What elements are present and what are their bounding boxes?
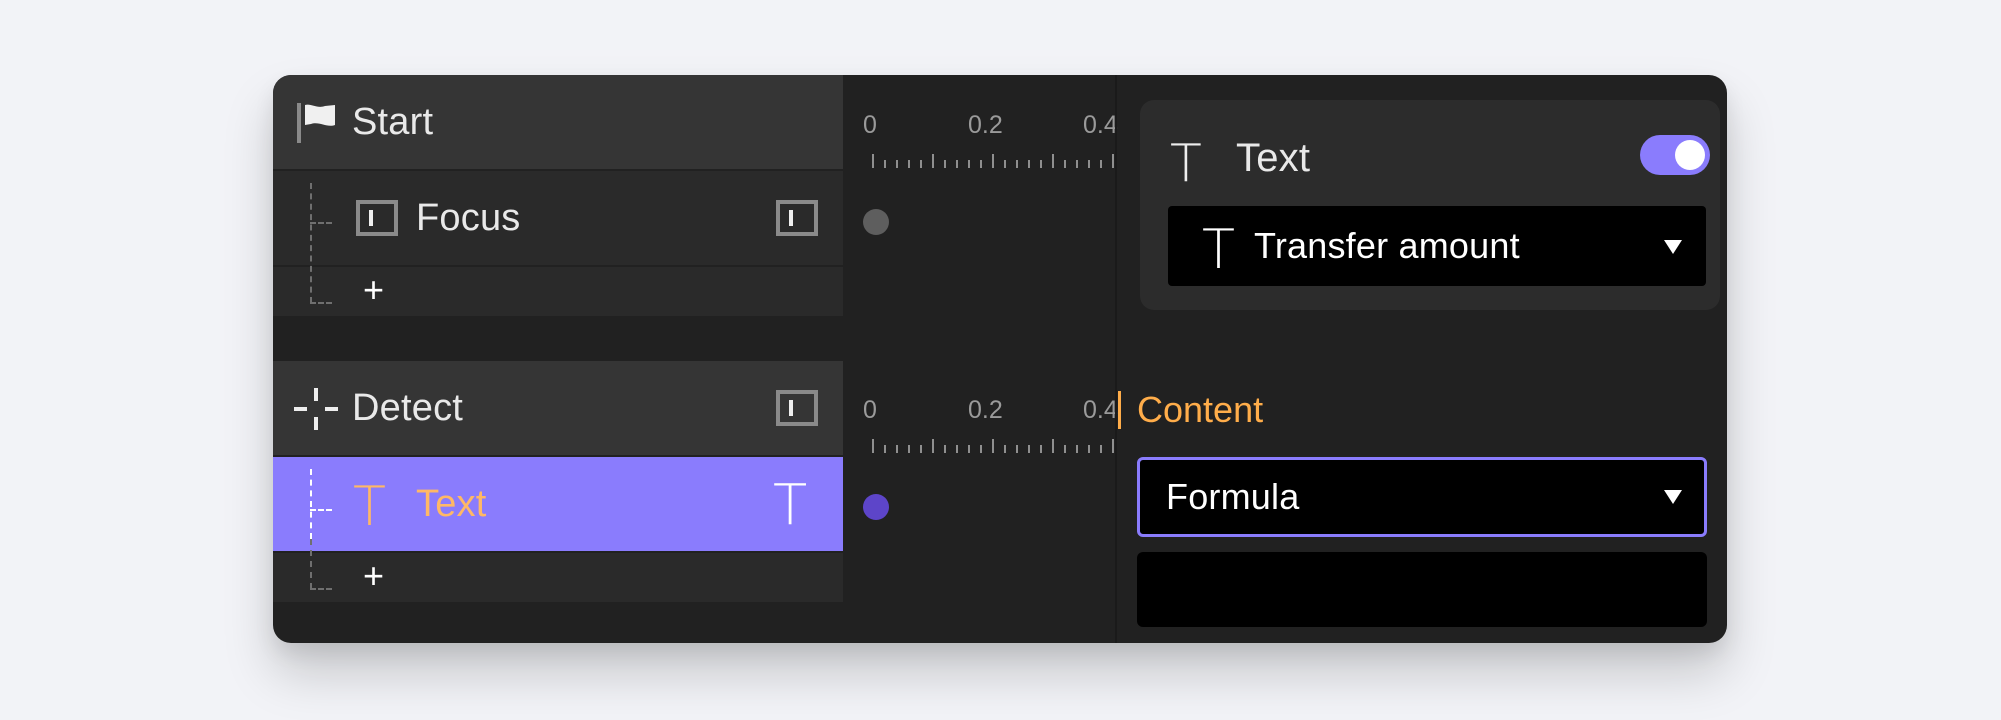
tree-line — [310, 222, 332, 224]
node-settings-card: T Text T Transfer amount — [1140, 100, 1720, 310]
group-header-start[interactable]: Start — [273, 75, 843, 169]
ruler-ticks — [872, 154, 1114, 168]
minor-tick — [920, 160, 922, 168]
minor-tick — [968, 160, 970, 168]
minor-tick — [944, 160, 946, 168]
node-title: Text — [1236, 136, 1311, 180]
content-label: Content — [1137, 389, 1264, 430]
content-mode-value: Formula — [1166, 476, 1300, 517]
minor-tick — [1076, 160, 1078, 168]
minor-tick — [884, 445, 886, 453]
text-icon: T — [773, 473, 808, 538]
minor-tick — [1016, 160, 1018, 168]
major-tick — [872, 439, 874, 453]
tick-label: 0 — [863, 111, 877, 139]
timeline[interactable]: 0 0.2 0.4 0 0.2 0.4 — [843, 75, 1118, 643]
tree-line — [310, 588, 332, 590]
enable-toggle[interactable] — [1640, 135, 1710, 175]
tree-line — [310, 302, 332, 304]
minor-tick — [896, 160, 898, 168]
minor-tick — [1088, 160, 1090, 168]
minor-tick — [896, 445, 898, 453]
minor-tick — [944, 445, 946, 453]
minor-tick — [1028, 445, 1030, 453]
minor-tick — [1016, 445, 1018, 453]
major-tick — [1052, 154, 1054, 168]
node-row-text[interactable]: T Text T — [273, 457, 843, 551]
minor-tick — [1040, 445, 1042, 453]
text-cursor — [1118, 391, 1121, 429]
tree-line — [310, 509, 332, 511]
tick-label: 0.4 — [1083, 111, 1118, 139]
tick-label: 0.2 — [968, 111, 1003, 139]
major-tick — [1052, 439, 1054, 453]
minor-tick — [1064, 445, 1066, 453]
minor-tick — [920, 445, 922, 453]
variable-select[interactable]: T Transfer amount — [1168, 206, 1706, 286]
node-label: Text — [416, 482, 487, 525]
variable-select-value: Transfer amount — [1254, 225, 1520, 266]
minor-tick — [980, 160, 982, 168]
group-header-label: Detect — [352, 386, 464, 429]
add-node-row[interactable]: + — [273, 267, 843, 316]
minor-tick — [1100, 160, 1102, 168]
chevron-down-icon — [1664, 240, 1682, 254]
text-icon: T — [1202, 218, 1235, 281]
major-tick — [992, 154, 994, 168]
major-tick — [932, 439, 934, 453]
minor-tick — [1004, 445, 1006, 453]
minor-tick — [1076, 445, 1078, 453]
tick-label: 0.2 — [968, 396, 1003, 424]
group-header-detect[interactable]: Detect — [273, 361, 843, 455]
formula-input[interactable] — [1137, 552, 1707, 627]
tree-line — [310, 183, 312, 303]
tree-line — [310, 469, 312, 539]
flag-icon — [295, 101, 337, 145]
minor-tick — [908, 160, 910, 168]
group-header-label: Start — [352, 100, 434, 143]
minor-tick — [1040, 160, 1042, 168]
minor-tick — [1100, 445, 1102, 453]
tick-label: 0 — [863, 396, 877, 424]
minor-tick — [1064, 160, 1066, 168]
frame-icon — [776, 390, 818, 426]
node-row-focus[interactable]: Focus — [273, 171, 843, 265]
minor-tick — [884, 160, 886, 168]
major-tick — [992, 439, 994, 453]
node-label: Focus — [416, 196, 521, 239]
minor-tick — [956, 445, 958, 453]
major-tick — [1112, 154, 1114, 168]
workflow-editor-card: Start Focus + Detect T Text T + 0 0.2 0.… — [273, 75, 1727, 643]
crosshair-icon — [293, 387, 339, 431]
frame-icon — [776, 200, 818, 236]
minor-tick — [1088, 445, 1090, 453]
ruler-ticks — [872, 439, 1114, 453]
panel-divider — [1115, 75, 1117, 643]
content-mode-select[interactable]: Formula — [1137, 457, 1707, 537]
major-tick — [932, 154, 934, 168]
text-icon: T — [353, 475, 386, 538]
keyframe-dot[interactable] — [863, 494, 889, 520]
minor-tick — [908, 445, 910, 453]
minor-tick — [1004, 160, 1006, 168]
minor-tick — [980, 445, 982, 453]
tree-line — [310, 539, 312, 589]
chevron-down-icon — [1664, 490, 1682, 504]
text-icon: T — [1170, 134, 1202, 194]
major-tick — [1112, 439, 1114, 453]
plus-icon[interactable]: + — [363, 558, 384, 594]
add-node-row[interactable]: + — [273, 553, 843, 602]
minor-tick — [1028, 160, 1030, 168]
tick-label: 0.4 — [1083, 396, 1118, 424]
minor-tick — [956, 160, 958, 168]
frame-icon — [356, 200, 398, 236]
minor-tick — [968, 445, 970, 453]
keyframe-dot[interactable] — [863, 209, 889, 235]
plus-icon[interactable]: + — [363, 272, 384, 308]
major-tick — [872, 154, 874, 168]
